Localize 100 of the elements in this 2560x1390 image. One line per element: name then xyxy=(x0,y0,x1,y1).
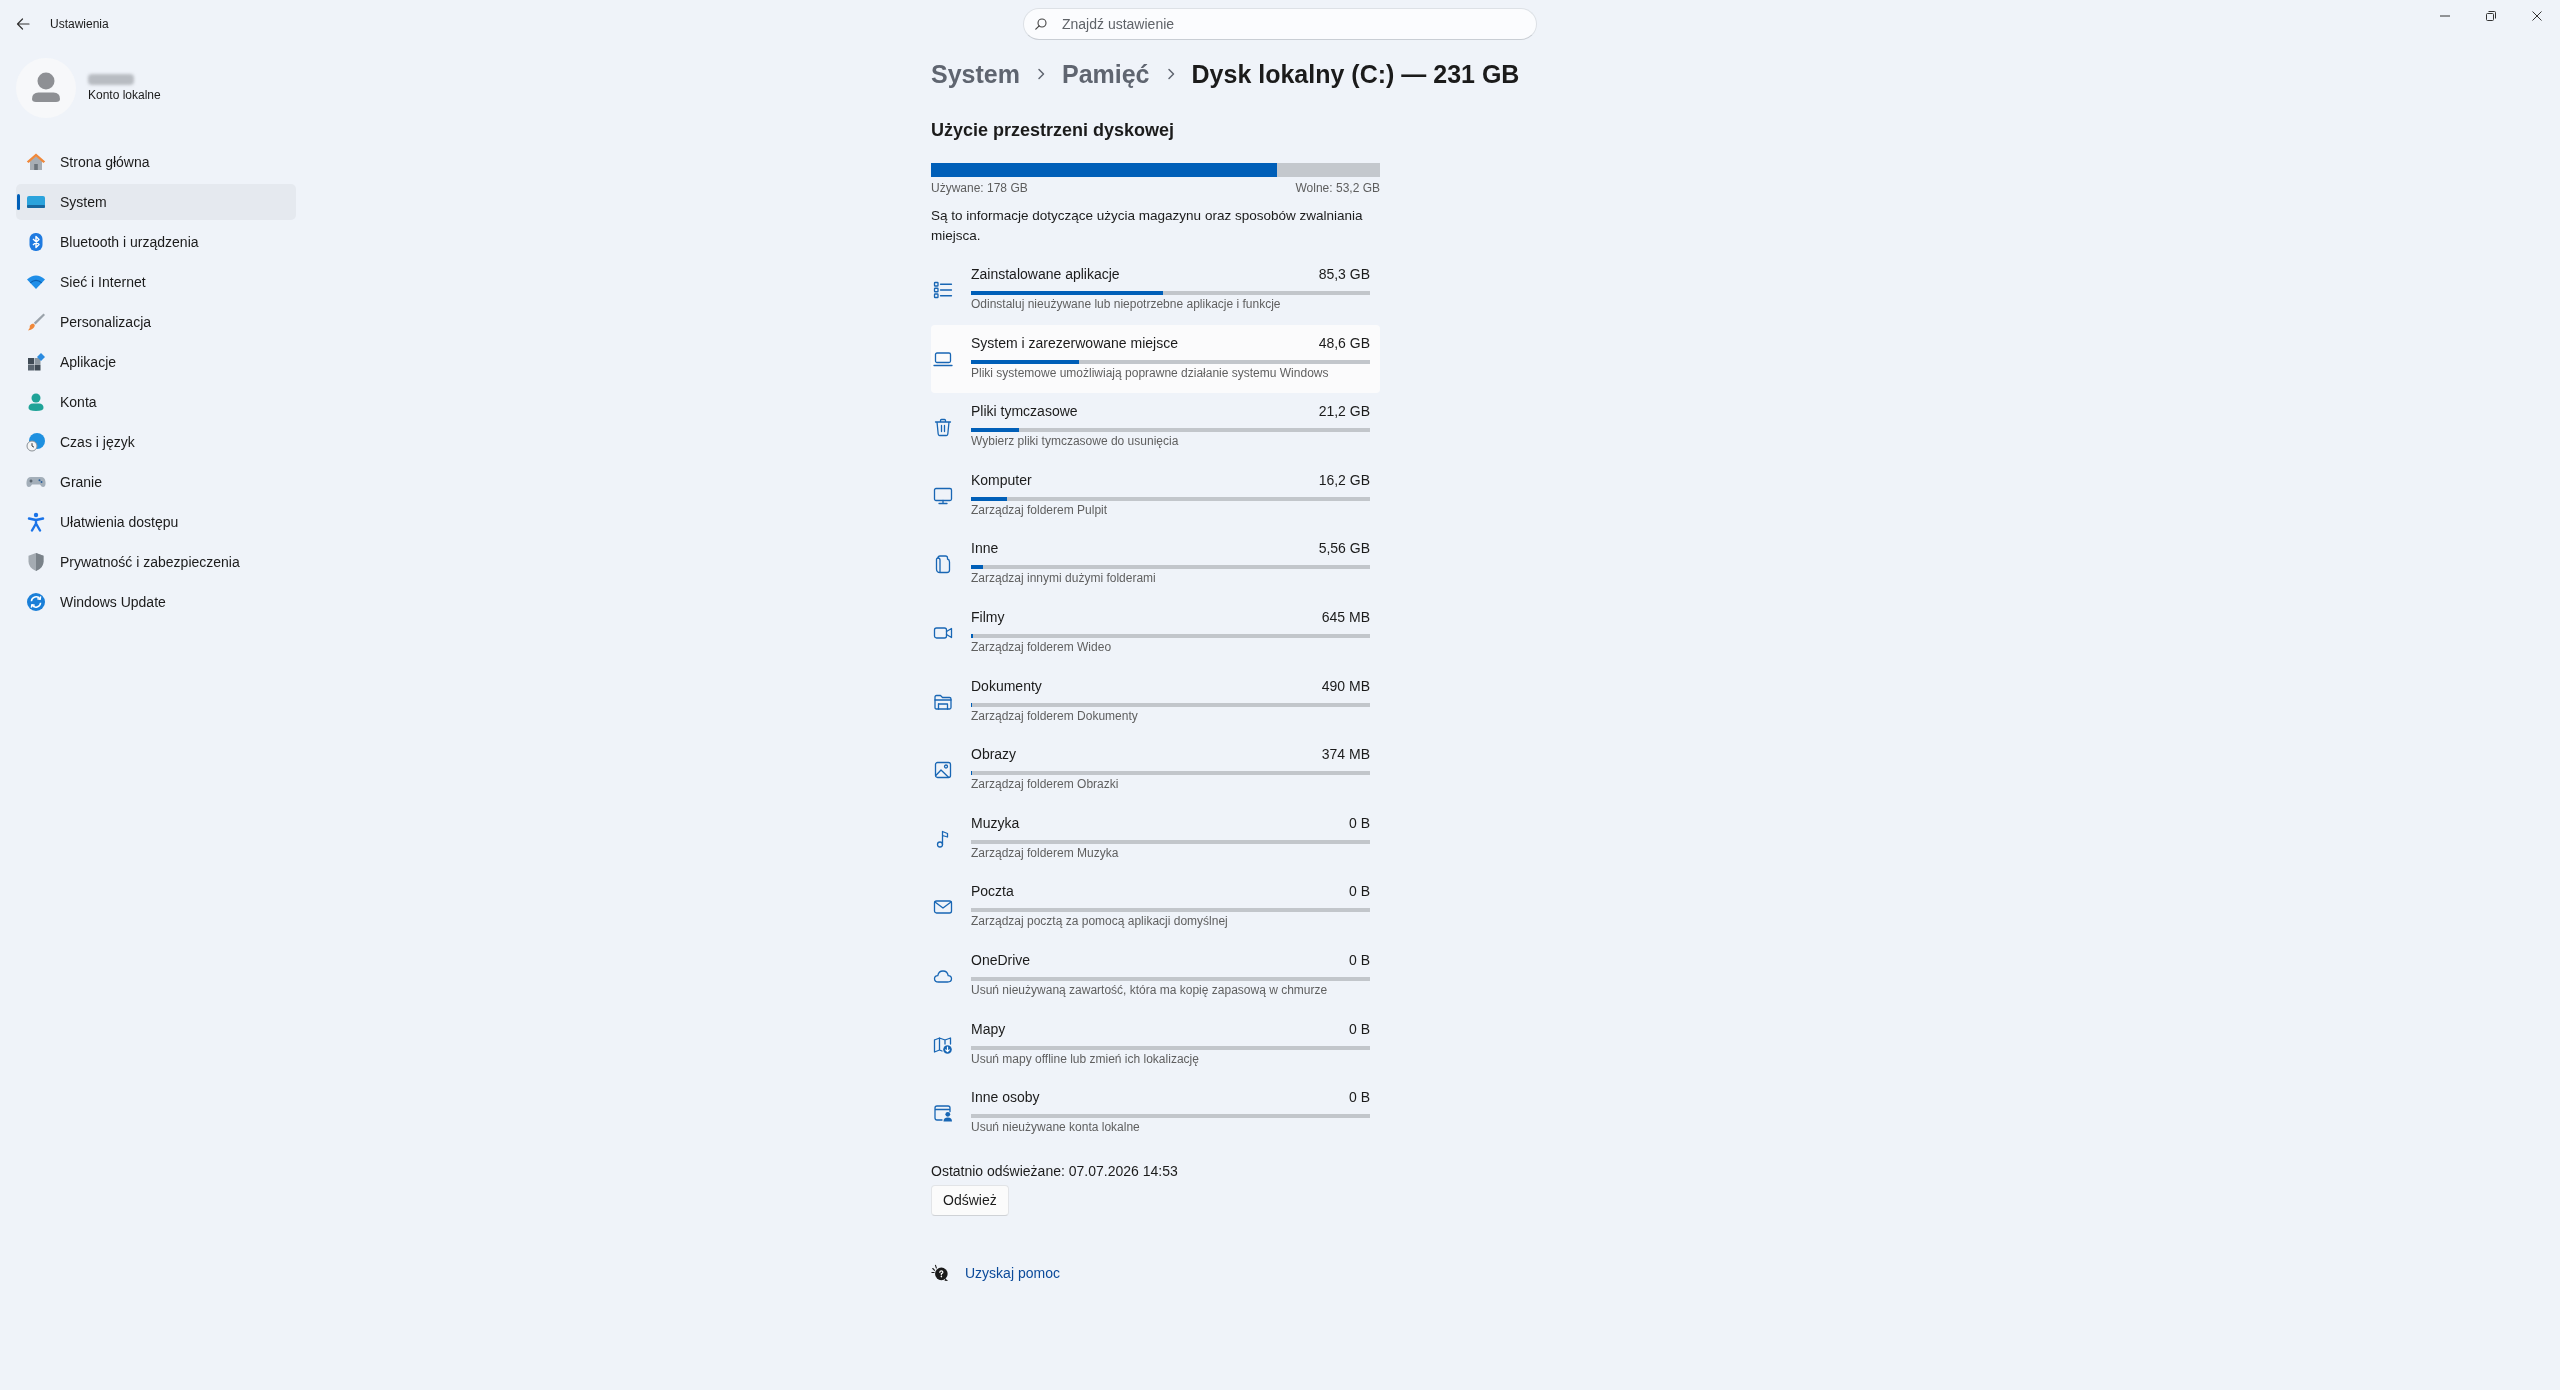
category-description: Usuń mapy offline lub zmień ich lokalizację xyxy=(971,1050,1200,1067)
trash-icon xyxy=(933,417,953,438)
last-refreshed-text: Ostatnio odświeżane: 07.07.2026 14:53 xyxy=(931,1161,1179,1181)
sidebar-item[interactable]: Personalizacja xyxy=(16,304,296,340)
description-text: Są to informacje dotyczące użycia magazynu oraz sposobów zwalniania miejsca. xyxy=(931,207,1364,245)
category-description: Pliki systemowe umożliwiają poprawne działanie systemu Windows xyxy=(971,364,1330,381)
sidebar-item[interactable]: System xyxy=(16,184,296,220)
sidebar-item[interactable]: Konta xyxy=(16,384,296,420)
search-field[interactable]: Znajdź ustawienie xyxy=(1023,8,1537,40)
category-size: 0 B xyxy=(1349,813,1370,833)
category-description: Zarządzaj folderem Obrazki xyxy=(971,776,1120,793)
map-download-icon xyxy=(933,1034,953,1055)
storage-category-row[interactable]: Filmy 645 MB Zarządzaj folderem Wideo xyxy=(931,598,1380,668)
page-title: Dysk lokalny (C:) — 231 GB xyxy=(1191,59,1520,90)
apps-grid-icon xyxy=(26,352,46,372)
help-icon xyxy=(931,1263,949,1282)
category-title: Pliki tymczasowe xyxy=(971,402,1078,422)
storage-category-row[interactable]: Dokumenty 490 MB Zarządzaj folderem Dokumenty xyxy=(931,667,1380,737)
refresh-button[interactable]: Odśwież xyxy=(931,1184,1009,1216)
category-description: Wybierz pliki tymczasowe do usunięcia xyxy=(971,433,1180,450)
category-description: Zarządzaj folderem Pulpit xyxy=(971,501,1109,518)
storage-category-row[interactable]: System i zarezerwowane miejsce 48,6 GB Pliki systemowe umożliwiają poprawne działanie systemu Windows xyxy=(931,324,1380,394)
storage-category-row[interactable]: Pliki tymczasowe 21,2 GB Wybierz pliki tymczasowe do usunięcia xyxy=(931,393,1380,462)
category-title: Zainstalowane aplikacje xyxy=(971,265,1120,284)
category-description: Zarządzaj folderem Dokumenty xyxy=(971,707,1139,724)
category-size: 0 B xyxy=(1349,882,1370,902)
chevron-icon xyxy=(1035,67,1046,81)
storage-category-row[interactable]: Muzyka 0 B Zarządzaj folderem Muzyka xyxy=(931,804,1380,874)
avatar-icon[interactable] xyxy=(16,58,76,118)
sidebar-item[interactable]: Granie xyxy=(16,464,296,500)
category-title: Inne xyxy=(971,539,999,559)
category-title: Poczta xyxy=(971,882,1014,902)
category-description: Zarządzaj folderem Muzyka xyxy=(971,844,1120,861)
category-title: Komputer xyxy=(971,470,1032,490)
monitor-icon xyxy=(933,485,953,506)
category-size: 374 MB xyxy=(1321,745,1370,765)
category-size: 85,3 GB xyxy=(1318,265,1370,284)
category-title: Obrazy xyxy=(971,745,1017,765)
storage-category-row[interactable]: Poczta 0 B Zarządzaj pocztą za pomocą aplikacji domyślnej xyxy=(931,873,1380,942)
globe-clock-icon xyxy=(26,432,46,452)
close-icon[interactable] xyxy=(2532,11,2542,21)
category-size: 0 B xyxy=(1349,1019,1370,1039)
house-icon xyxy=(26,152,46,172)
storage-category-row[interactable]: Mapy 0 B Usuń mapy offline lub zmień ich lokalizację xyxy=(931,1010,1380,1080)
document-icon xyxy=(933,554,953,575)
category-size: 5,56 GB xyxy=(1318,539,1370,559)
category-size: 16,2 GB xyxy=(1318,470,1370,490)
shield-icon xyxy=(26,552,46,572)
category-size: 21,2 GB xyxy=(1318,402,1370,422)
back-arrow-icon[interactable] xyxy=(16,17,30,31)
blurred-text xyxy=(88,73,134,85)
used-space-label: Używane: 178 GB xyxy=(931,180,1028,196)
category-title: Filmy xyxy=(971,607,1005,627)
storage-category-row[interactable]: Zainstalowane aplikacje 85,3 GB Odinstaluj nieużywane lub niepotrzebne aplikacje i funkcje xyxy=(931,256,1380,325)
category-size: 48,6 GB xyxy=(1318,333,1370,353)
category-title: Dokumenty xyxy=(971,676,1042,696)
breadcrumb-link[interactable]: Pamięć xyxy=(1061,54,1150,94)
paintbrush-icon xyxy=(26,312,46,332)
sidebar-item[interactable]: Czas i język xyxy=(16,424,296,460)
sidebar-item[interactable]: Bluetooth i urządzenia xyxy=(16,224,296,260)
category-size: 0 B xyxy=(1349,950,1370,970)
category-description: Odinstaluj nieużywane lub niepotrzebne aplikacje i funkcje xyxy=(971,296,1282,312)
sidebar-item[interactable]: Sieć i Internet xyxy=(16,264,296,300)
sidebar-item[interactable]: Aplikacje xyxy=(16,344,296,380)
category-size: 645 MB xyxy=(1321,607,1370,627)
accessibility-icon xyxy=(26,512,46,532)
sidebar-item[interactable]: Strona główna xyxy=(16,144,296,180)
category-title: Inne osoby xyxy=(971,1088,1040,1108)
sidebar-item[interactable]: Prywatność i zabezpieczenia xyxy=(16,544,296,580)
account-type-label: Konto lokalne xyxy=(88,86,161,103)
sidebar-item[interactable]: Ułatwienia dostępu xyxy=(16,504,296,540)
person-icon xyxy=(26,392,46,412)
window-title: Ustawienia xyxy=(50,16,109,32)
category-size: 0 B xyxy=(1349,1088,1370,1108)
section-heading: Użycie przestrzeni dyskowej xyxy=(931,119,1176,142)
storage-category-row[interactable]: OneDrive 0 B Usuń nieużywaną zawartość, która ma kopię zapasową w chmurze xyxy=(931,941,1380,1011)
category-description: Zarządzaj folderem Wideo xyxy=(971,638,1113,655)
chevron-icon xyxy=(1165,67,1176,81)
sidebar-item[interactable]: Windows Update xyxy=(16,584,296,620)
storage-category-row[interactable]: Komputer 16,2 GB Zarządzaj folderem Pulpit xyxy=(931,461,1380,531)
category-title: Muzyka xyxy=(971,813,1020,833)
category-title: OneDrive xyxy=(971,950,1031,970)
category-description: Usuń nieużywaną zawartość, która ma kopię zapasową w chmurze xyxy=(971,981,1329,998)
person-card-icon xyxy=(933,1103,953,1124)
search-icon xyxy=(1035,18,1047,30)
storage-category-row[interactable]: Inne osoby 0 B Usuń nieużywane konta lokalne xyxy=(931,1079,1380,1148)
storage-category-row[interactable]: Inne 5,56 GB Zarządzaj innymi dużymi folderami xyxy=(931,530,1380,599)
help-link[interactable]: Uzyskaj pomoc xyxy=(965,1262,1060,1283)
breadcrumb-link[interactable]: System xyxy=(931,54,1020,94)
category-description: Zarządzaj innymi dużymi folderami xyxy=(971,570,1157,587)
sync-icon xyxy=(26,592,46,612)
category-description: Usuń nieużywane konta lokalne xyxy=(971,1119,1141,1136)
category-description: Zarządzaj pocztą za pomocą aplikacji domyślnej xyxy=(971,913,1229,930)
image-icon xyxy=(933,760,953,781)
category-size: 490 MB xyxy=(1321,676,1370,696)
list-icon xyxy=(933,280,953,300)
selection-indicator xyxy=(17,194,20,210)
storage-category-row[interactable]: Obrazy 374 MB Zarządzaj folderem Obrazki xyxy=(931,736,1380,805)
restore-icon[interactable] xyxy=(2486,11,2496,21)
category-title: Mapy xyxy=(971,1019,1006,1039)
